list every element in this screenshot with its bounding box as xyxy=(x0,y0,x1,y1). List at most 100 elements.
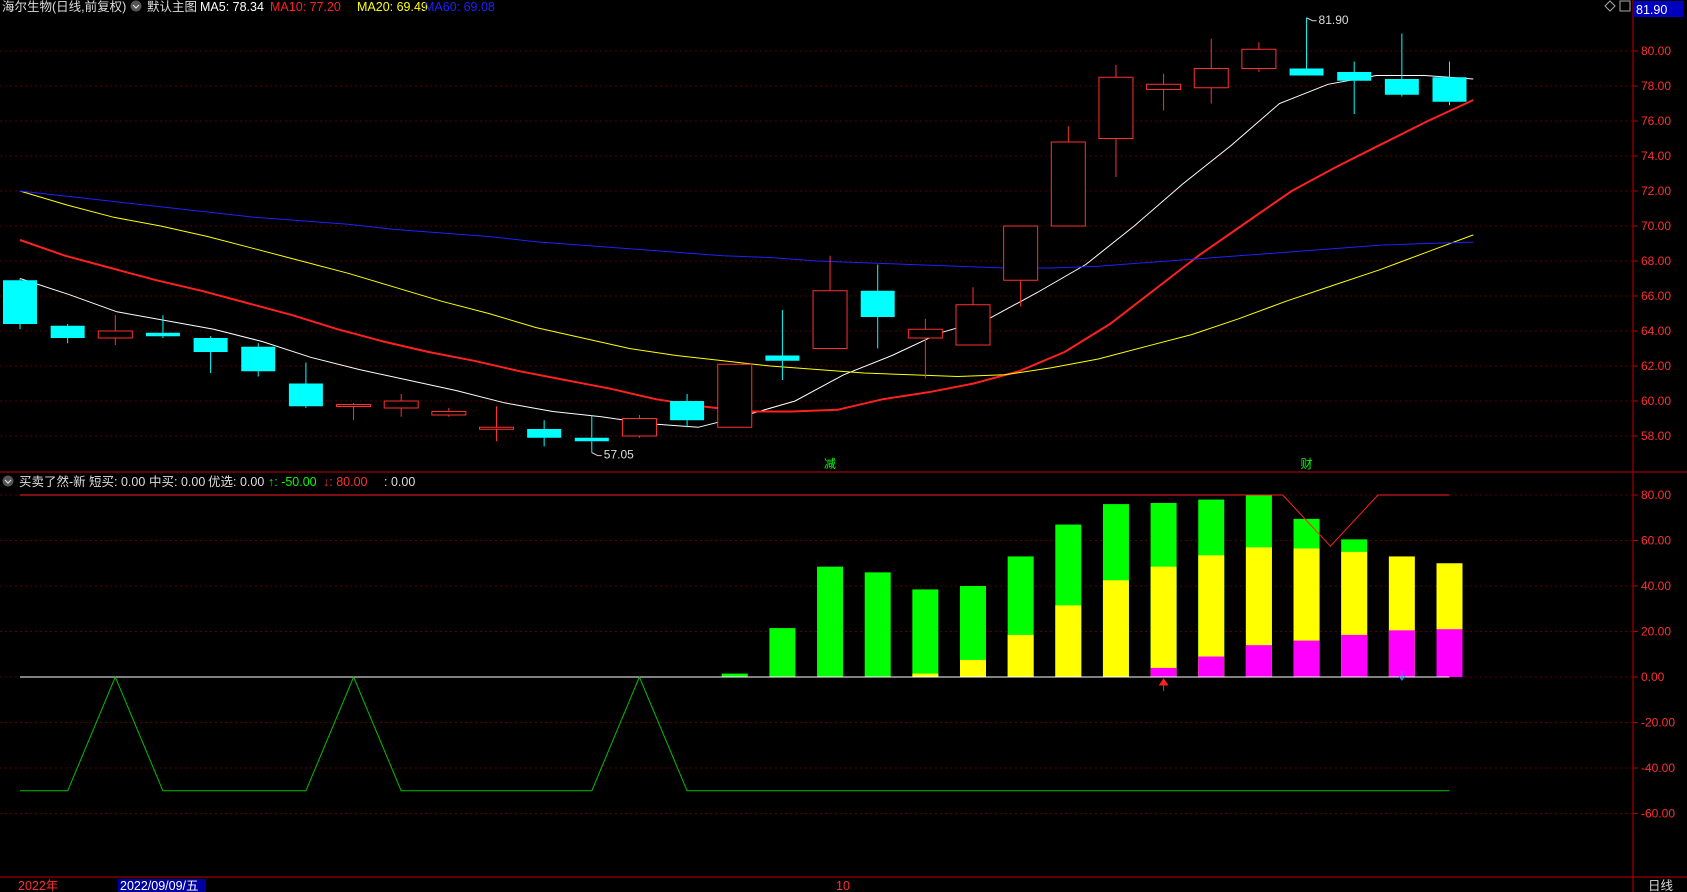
candle-body xyxy=(288,383,323,407)
candle xyxy=(383,394,419,417)
extra-value-label: : 0.00 xyxy=(384,475,415,489)
candle-body xyxy=(479,426,514,430)
candle-body xyxy=(383,400,419,409)
period-label[interactable]: 日线 xyxy=(1648,879,1674,892)
preferred-label: 优选: 0.00 xyxy=(208,475,264,489)
indicator-name[interactable]: 买卖了然-新 xyxy=(19,474,86,489)
indicator-bar xyxy=(721,673,748,677)
bar-green xyxy=(864,572,891,677)
bar-yellow xyxy=(912,673,939,677)
indicator-bar xyxy=(1293,518,1320,677)
up-arrow-label: ↑: -50.00 xyxy=(268,475,317,489)
ma20-label: MA20: 69.49 xyxy=(357,0,428,14)
indicator-axis[interactable]: 80.00 60.00 40.00 20.00 0.00 -20.00 -40.00 -60.… xyxy=(1633,488,1675,821)
candle-body xyxy=(1337,72,1372,81)
year-label: 2022年 xyxy=(18,879,58,892)
stock-title[interactable]: 海尔生物(日线,前复权) xyxy=(2,0,126,14)
template-dropdown-icon[interactable] xyxy=(130,0,142,12)
candle xyxy=(527,420,562,447)
candle xyxy=(3,278,37,330)
candlestick-series[interactable] xyxy=(3,17,1467,453)
candle xyxy=(431,408,467,417)
main-price-axis[interactable]: 58.00 60.00 62.00 64.00 66.00 68.00 70.00 72.00… xyxy=(1633,44,1671,443)
candle-body xyxy=(1146,83,1182,90)
candle xyxy=(1337,61,1372,114)
candle xyxy=(1241,42,1277,72)
y-tick-label: -20.00 xyxy=(1641,716,1675,730)
y-tick-label: 70.00 xyxy=(1641,219,1671,233)
candle-body xyxy=(527,429,562,438)
y-tick-label: 68.00 xyxy=(1641,254,1671,268)
candle xyxy=(145,315,180,338)
bar-green xyxy=(721,673,748,677)
indicator-dropdown-icon[interactable] xyxy=(2,475,14,487)
mid-buy-label: 中买: 0.00 xyxy=(149,474,205,489)
month-label: 10 xyxy=(836,879,850,892)
y-tick-label: 66.00 xyxy=(1641,289,1671,303)
price-annotation: 57.05 xyxy=(604,448,634,462)
y-tick-label: -60.00 xyxy=(1641,807,1675,821)
candle xyxy=(717,363,753,428)
candle xyxy=(670,394,705,428)
candle xyxy=(1050,126,1086,227)
bar-yellow xyxy=(1150,566,1177,677)
indicator-bar xyxy=(912,589,939,677)
event-marker: 财 xyxy=(1301,457,1313,471)
chart-stage: 58.00 60.00 62.00 64.00 66.00 68.00 70.00 72.00… xyxy=(0,0,1687,892)
indicator-bars[interactable] xyxy=(721,495,1463,677)
bar-yellow xyxy=(1102,580,1129,677)
candle xyxy=(1432,61,1467,106)
candle xyxy=(97,315,133,345)
candle xyxy=(765,310,800,380)
diamond-icon[interactable] xyxy=(1604,0,1616,12)
indicator-bar xyxy=(1341,539,1368,677)
ma10-label: MA10: 77.20 xyxy=(270,0,341,14)
y-tick-label: 74.00 xyxy=(1641,149,1671,163)
ma5-label: MA5: 78.34 xyxy=(200,0,264,14)
y-tick-label: 80.00 xyxy=(1641,44,1671,58)
bar-magenta xyxy=(1245,645,1272,677)
time-axis-bar: 2022年 2022/09/09/五 10 日线 xyxy=(18,879,1674,892)
y-tick-label: 80.00 xyxy=(1641,488,1671,502)
cursor-date: 2022/09/09/五 xyxy=(120,879,199,892)
candle xyxy=(1146,73,1182,111)
price-annotation: 81.90 xyxy=(1319,13,1349,27)
bar-green xyxy=(912,589,939,677)
ma-line-ma60 xyxy=(19,190,1474,269)
bar-magenta xyxy=(1293,640,1320,677)
indicator-bar xyxy=(1436,563,1463,677)
candle-body xyxy=(241,346,276,372)
bar-magenta xyxy=(1150,667,1177,677)
annotation-leader xyxy=(591,452,602,457)
candle-body xyxy=(1289,68,1324,76)
candle xyxy=(1384,33,1419,97)
arrow-up-icon xyxy=(1158,678,1169,691)
y-tick-label: 0.00 xyxy=(1641,670,1665,684)
template-label[interactable]: 默认主图 xyxy=(147,0,197,14)
candle-body xyxy=(1384,79,1419,95)
y-tick-label: 40.00 xyxy=(1641,579,1671,593)
candle-body xyxy=(860,290,895,317)
indicator-bar xyxy=(1388,556,1415,677)
bar-green xyxy=(769,628,796,677)
candle-body xyxy=(145,332,180,337)
candle-body xyxy=(955,304,991,346)
indicator-lines xyxy=(20,494,1450,792)
down-arrow-label: ↓: 80.00 xyxy=(323,475,368,489)
candle-body xyxy=(97,330,133,339)
candle-body xyxy=(1193,68,1229,89)
chart-frame xyxy=(0,0,1687,892)
window-icon[interactable] xyxy=(1619,0,1631,12)
bar-green xyxy=(817,566,844,677)
y-tick-label: 60.00 xyxy=(1641,534,1671,548)
candle xyxy=(907,318,943,379)
indicator-bar xyxy=(1245,495,1272,677)
indicator-line-red xyxy=(20,494,1450,547)
candle xyxy=(288,362,323,408)
bar-magenta xyxy=(1198,656,1225,677)
bar-magenta xyxy=(1388,630,1415,677)
event-marker: 减 xyxy=(824,457,836,471)
indicator-header: 买卖了然-新 短买: 0.00 中买: 0.00 优选: 0.00 ↑: -50… xyxy=(2,474,415,489)
candle xyxy=(621,415,657,438)
y-tick-label: 76.00 xyxy=(1641,114,1671,128)
